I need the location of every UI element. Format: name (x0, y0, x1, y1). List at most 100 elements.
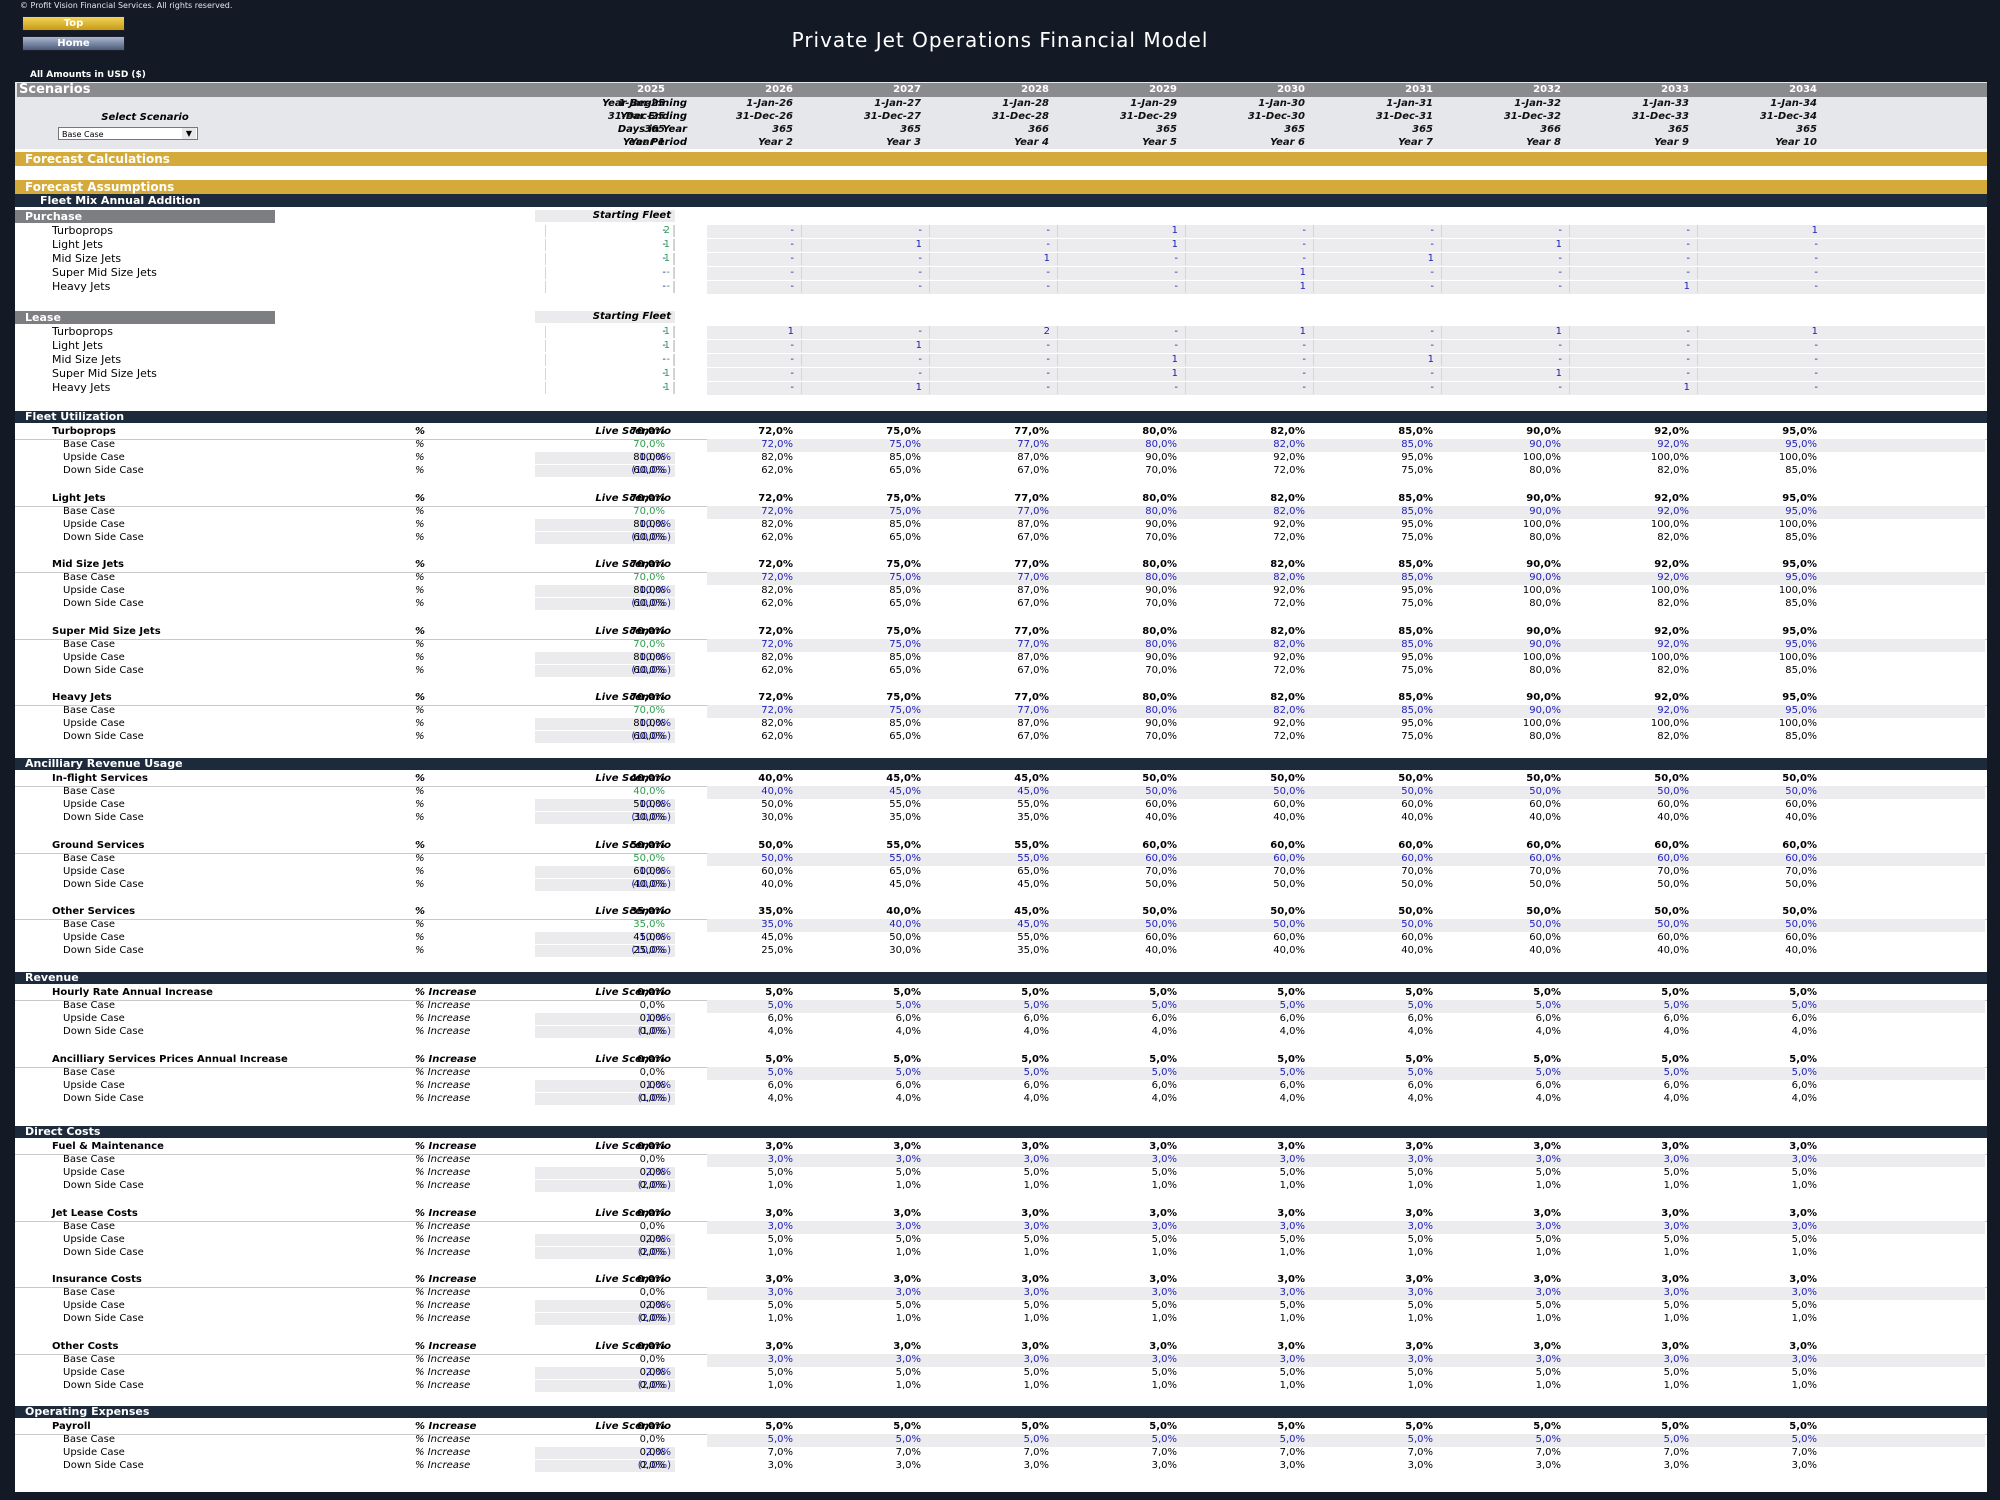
base-value[interactable]: 60,0% (1313, 853, 1433, 865)
base-value[interactable]: 3,0% (929, 1221, 1049, 1233)
base-value[interactable]: 3,0% (673, 1287, 793, 1299)
fleet-input-cell[interactable]: - (1313, 368, 1434, 380)
fleet-input-cell[interactable]: - (673, 354, 794, 366)
fleet-input-cell[interactable]: 1 (1569, 382, 1690, 394)
base-value[interactable]: 5,0% (1569, 1067, 1689, 1079)
fleet-input-cell[interactable]: - (1057, 340, 1178, 352)
base-value[interactable]: 0,0% (545, 1221, 665, 1233)
base-value[interactable]: 3,0% (1313, 1154, 1433, 1166)
fleet-input-cell[interactable]: - (673, 340, 794, 352)
base-value[interactable]: 35,0% (545, 919, 665, 931)
base-value[interactable]: 80,0% (1057, 506, 1177, 518)
base-value[interactable]: 5,0% (801, 1067, 921, 1079)
base-value[interactable]: 90,0% (1441, 572, 1561, 584)
base-value[interactable]: 40,0% (545, 786, 665, 798)
base-value[interactable]: 72,0% (673, 705, 793, 717)
base-value[interactable]: 3,0% (1441, 1354, 1561, 1366)
base-value[interactable]: 45,0% (929, 919, 1049, 931)
fleet-input-cell[interactable]: - (929, 225, 1050, 237)
base-value[interactable]: 77,0% (929, 506, 1049, 518)
base-value[interactable]: 5,0% (673, 1067, 793, 1079)
base-value[interactable]: 85,0% (1313, 506, 1433, 518)
base-value[interactable]: 0,0% (545, 1000, 665, 1012)
fleet-input-cell[interactable]: 1 (673, 326, 794, 338)
fleet-input-cell[interactable]: - (673, 253, 794, 265)
fleet-input-cell[interactable]: - (801, 326, 922, 338)
fleet-input-cell[interactable]: - (1697, 340, 1818, 352)
fleet-input-cell[interactable]: 1 (801, 340, 922, 352)
base-value[interactable]: 5,0% (1313, 1434, 1433, 1446)
base-value[interactable]: 0,0% (545, 1434, 665, 1446)
base-value[interactable]: 3,0% (1057, 1354, 1177, 1366)
base-value[interactable]: 85,0% (1313, 705, 1433, 717)
base-value[interactable]: 5,0% (1441, 1000, 1561, 1012)
base-value[interactable]: 75,0% (801, 506, 921, 518)
base-value[interactable]: 5,0% (1697, 1434, 1817, 1446)
base-value[interactable]: 77,0% (929, 572, 1049, 584)
base-value[interactable]: 72,0% (673, 506, 793, 518)
fleet-input-cell[interactable]: 1 (1441, 239, 1562, 251)
fleet-input-cell[interactable]: - (1185, 368, 1306, 380)
base-value[interactable]: 5,0% (1313, 1067, 1433, 1079)
base-value[interactable]: 72,0% (673, 439, 793, 451)
base-value[interactable]: 77,0% (929, 439, 1049, 451)
base-value[interactable]: 40,0% (801, 919, 921, 931)
fleet-input-cell[interactable]: - (929, 340, 1050, 352)
fleet-input-cell[interactable]: - (1697, 267, 1818, 279)
base-value[interactable]: 5,0% (1185, 1434, 1305, 1446)
base-value[interactable]: 50,0% (1697, 786, 1817, 798)
base-value[interactable]: 70,0% (545, 439, 665, 451)
base-value[interactable]: 3,0% (1697, 1154, 1817, 1166)
fleet-input-cell[interactable]: - (673, 239, 794, 251)
fleet-input-cell[interactable]: - (673, 368, 794, 380)
base-value[interactable]: 95,0% (1697, 705, 1817, 717)
base-value[interactable]: 50,0% (1569, 919, 1689, 931)
base-value[interactable]: 3,0% (1697, 1354, 1817, 1366)
base-value[interactable]: 60,0% (1185, 853, 1305, 865)
fleet-input-cell[interactable]: - (1441, 382, 1562, 394)
base-value[interactable]: 72,0% (673, 572, 793, 584)
base-value[interactable]: 5,0% (1441, 1067, 1561, 1079)
fleet-input-cell[interactable]: - (545, 253, 666, 265)
base-value[interactable]: 50,0% (1441, 786, 1561, 798)
base-value[interactable]: 50,0% (1185, 786, 1305, 798)
base-value[interactable]: 5,0% (929, 1000, 1049, 1012)
fleet-input-cell[interactable]: - (1569, 225, 1690, 237)
base-value[interactable]: 5,0% (673, 1000, 793, 1012)
fleet-input-cell[interactable]: - (929, 239, 1050, 251)
fleet-input-cell[interactable]: 1 (929, 253, 1050, 265)
base-value[interactable]: 50,0% (1057, 786, 1177, 798)
base-value[interactable]: 50,0% (1057, 919, 1177, 931)
fleet-input-cell[interactable]: - (1697, 253, 1818, 265)
base-value[interactable]: 3,0% (1441, 1221, 1561, 1233)
fleet-input-cell[interactable]: - (1057, 326, 1178, 338)
base-value[interactable]: 3,0% (801, 1221, 921, 1233)
fleet-input-cell[interactable]: - (1697, 239, 1818, 251)
base-value[interactable]: 55,0% (801, 853, 921, 865)
fleet-input-cell[interactable]: - (545, 281, 666, 293)
base-value[interactable]: 75,0% (801, 572, 921, 584)
fleet-input-cell[interactable]: - (1569, 354, 1690, 366)
fleet-input-cell[interactable]: - (1313, 239, 1434, 251)
base-value[interactable]: 80,0% (1057, 639, 1177, 651)
base-value[interactable]: 82,0% (1185, 705, 1305, 717)
base-value[interactable]: 3,0% (1697, 1221, 1817, 1233)
base-value[interactable]: 60,0% (1441, 853, 1561, 865)
base-value[interactable]: 3,0% (1313, 1287, 1433, 1299)
fleet-input-cell[interactable]: 1 (1313, 253, 1434, 265)
base-value[interactable]: 3,0% (929, 1154, 1049, 1166)
base-value[interactable]: 70,0% (545, 506, 665, 518)
fleet-input-cell[interactable]: - (1569, 326, 1690, 338)
base-value[interactable]: 70,0% (545, 639, 665, 651)
base-value[interactable]: 90,0% (1441, 439, 1561, 451)
base-value[interactable]: 5,0% (1185, 1067, 1305, 1079)
fleet-input-cell[interactable]: - (801, 267, 922, 279)
fleet-input-cell[interactable]: - (1057, 253, 1178, 265)
base-value[interactable]: 85,0% (1313, 639, 1433, 651)
base-value[interactable]: 80,0% (1057, 572, 1177, 584)
fleet-input-cell[interactable]: - (1313, 326, 1434, 338)
base-value[interactable]: 95,0% (1697, 572, 1817, 584)
fleet-input-cell[interactable]: 1 (1697, 326, 1818, 338)
base-value[interactable]: 3,0% (1185, 1154, 1305, 1166)
base-value[interactable]: 3,0% (1441, 1154, 1561, 1166)
